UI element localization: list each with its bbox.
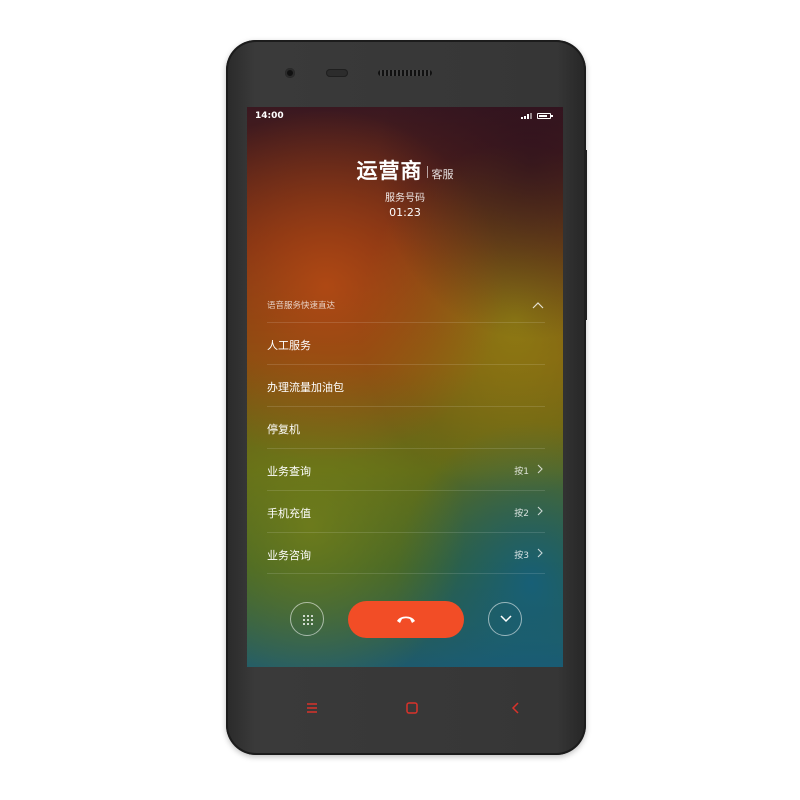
voice-menu-item[interactable]: 手机充值 按2 — [267, 490, 545, 532]
in-call-screen: 14:00 运营商 客服 服务号码 01:23 语音服务快速直达 人工服务 办理流… — [247, 107, 563, 667]
caller-info: 运营商 客服 — [247, 155, 563, 185]
menu-item-label: 人工服务 — [267, 339, 311, 352]
caller-separator — [426, 166, 428, 178]
menu-item-label: 业务咨询 — [267, 549, 311, 562]
chevron-up-icon[interactable] — [531, 300, 545, 310]
battery-icon — [537, 113, 553, 119]
voice-menu-item[interactable]: 停复机 — [267, 406, 545, 448]
voice-menu-title: 语音服务快速直达 — [267, 301, 336, 311]
voice-menu-header[interactable]: 语音服务快速直达 — [267, 297, 545, 317]
menu-item-label: 停复机 — [267, 423, 300, 436]
voice-menu-list: 人工服务 办理流量加油包 停复机 业务查询 按1 手机充值 按2 业务咨询 按3 — [267, 322, 545, 574]
voice-menu-item[interactable]: 人工服务 — [267, 322, 545, 364]
caller-number: 服务号码 — [385, 193, 425, 204]
caller-name: 运营商 — [356, 159, 423, 183]
back-icon[interactable] — [506, 700, 526, 716]
home-icon[interactable] — [402, 700, 422, 716]
chevron-right-icon — [537, 506, 543, 516]
voice-menu-item[interactable]: 业务查询 按1 — [267, 448, 545, 490]
call-duration: 01:23 — [389, 206, 421, 219]
volume-key[interactable] — [584, 150, 587, 320]
keypad-button[interactable] — [290, 602, 324, 636]
proximity-sensor — [326, 69, 348, 77]
battery-level — [539, 115, 547, 117]
menu-item-label: 手机充值 — [267, 507, 311, 520]
chevron-right-icon — [537, 464, 543, 474]
menu-item-key: 按2 — [514, 509, 529, 519]
front-camera — [285, 68, 295, 78]
status-bar: 14:00 — [247, 107, 563, 125]
menu-icon[interactable] — [302, 700, 322, 716]
minimize-button[interactable] — [488, 602, 522, 636]
menu-item-key: 按1 — [514, 467, 529, 477]
menu-item-key: 按3 — [514, 551, 529, 561]
menu-item-label: 业务查询 — [267, 465, 311, 478]
chevron-down-icon — [500, 615, 512, 623]
chevron-right-icon — [537, 548, 543, 558]
earpiece-speaker — [378, 70, 432, 76]
voice-menu-item[interactable]: 办理流量加油包 — [267, 364, 545, 406]
phone-device: 14:00 运营商 客服 服务号码 01:23 语音服务快速直达 人工服务 办理流… — [226, 40, 587, 755]
signal-icon — [521, 113, 532, 119]
caller-tag: 客服 — [431, 168, 454, 181]
dialpad-icon — [303, 615, 313, 625]
phone-hangup-icon — [397, 616, 415, 623]
hang-up-button[interactable] — [348, 601, 464, 638]
voice-menu-item[interactable]: 业务咨询 按3 — [267, 532, 545, 574]
status-time: 14:00 — [255, 111, 284, 121]
menu-item-label: 办理流量加油包 — [267, 381, 344, 394]
